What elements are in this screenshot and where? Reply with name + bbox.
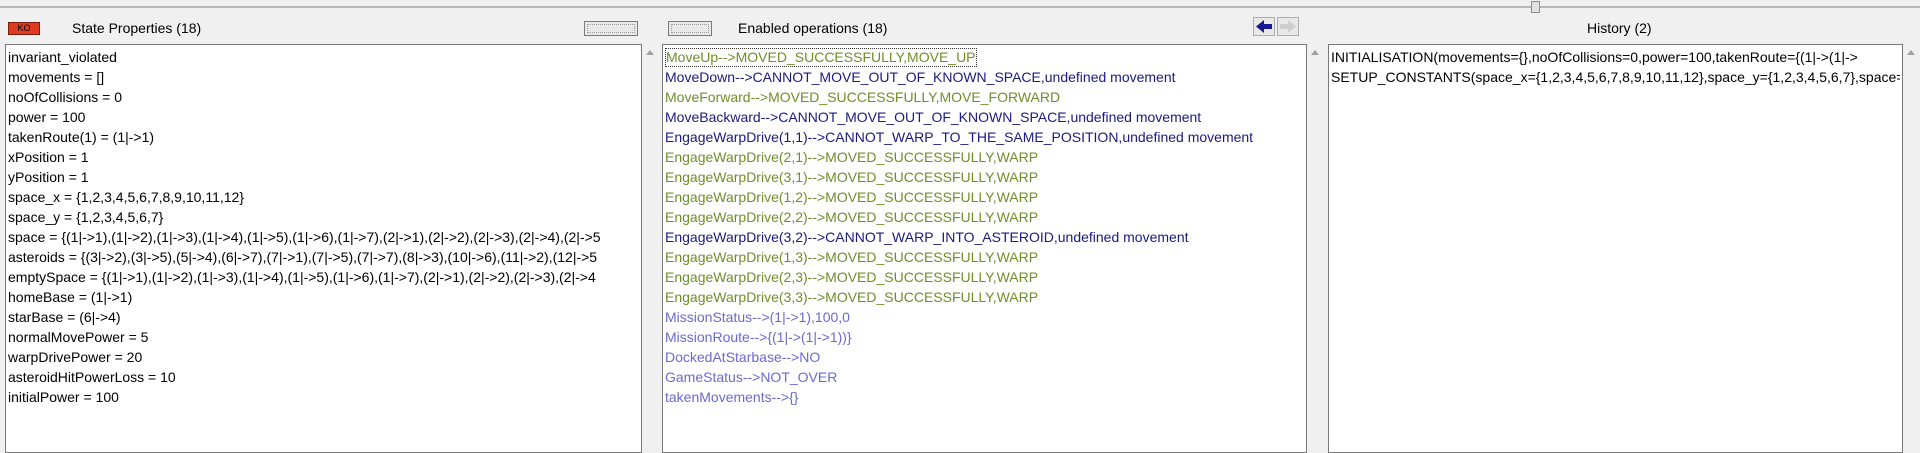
state-properties-header: KO State Properties (18) (0, 15, 640, 43)
operation-row[interactable]: EngageWarpDrive(3,1)-->MOVED_SUCCESSFULL… (665, 167, 1304, 187)
operation-row[interactable]: MissionStatus-->(1|->1),100,0 (665, 307, 1304, 327)
state-property-row[interactable]: homeBase = (1|->1) (8, 287, 639, 307)
splitter-thumb[interactable] (1531, 1, 1540, 13)
enabled-operations-header: Enabled operations (18) (664, 15, 1324, 43)
operation-row[interactable]: EngageWarpDrive(2,1)-->MOVED_SUCCESSFULL… (665, 147, 1304, 167)
state-property-row[interactable]: emptySpace = {(1|->1),(1|->2),(1|->3),(1… (8, 267, 639, 287)
operation-row[interactable]: EngageWarpDrive(1,1)-->CANNOT_WARP_TO_TH… (665, 127, 1304, 147)
operation-row[interactable]: MoveUp-->MOVED_SUCCESSFULLY,MOVE_UP (665, 47, 1304, 67)
state-property-row[interactable]: initialPower = 100 (8, 387, 639, 407)
state-property-row[interactable]: xPosition = 1 (8, 147, 639, 167)
state-property-row[interactable]: movements = [] (8, 67, 639, 87)
state-property-row[interactable]: asteroids = {(3|->2),(3|->5),(5|->4),(6|… (8, 247, 639, 267)
state-property-row[interactable]: asteroidHitPowerLoss = 10 (8, 367, 639, 387)
operation-row[interactable]: MissionRoute-->{(1|->(1|->1))} (665, 327, 1304, 347)
state-property-row[interactable]: invariant_violated (8, 47, 639, 67)
state-property-row[interactable]: power = 100 (8, 107, 639, 127)
state-properties-toggle-button[interactable] (584, 21, 638, 36)
state-properties-list[interactable]: invariant_violated movements = [] noOfColl… (5, 44, 642, 453)
history-title: History (2) (1587, 20, 1652, 36)
operation-row[interactable]: DockedAtStarbase-->NO (665, 347, 1304, 367)
history-list[interactable]: INITIALISATION(movements={},noOfCollisio… (1328, 44, 1903, 453)
splitter-track (0, 6, 1920, 8)
triangle-up-icon[interactable] (1311, 50, 1319, 55)
operation-row[interactable]: GameStatus-->NOT_OVER (665, 367, 1304, 387)
state-property-row[interactable]: space_x = {1,2,3,4,5,6,7,8,9,10,11,12} (8, 187, 639, 207)
history-header: History (2) (1330, 15, 1920, 43)
enabled-operations-title: Enabled operations (18) (738, 20, 888, 36)
state-property-row[interactable]: space = {(1|->1),(1|->2),(1|->3),(1|->4)… (8, 227, 639, 247)
history-row[interactable]: SETUP_CONSTANTS(space_x={1,2,3,4,5,6,7,8… (1331, 67, 1900, 87)
arrow-right-icon (1280, 20, 1296, 33)
back-button[interactable] (1253, 17, 1275, 36)
operation-row[interactable]: EngageWarpDrive(2,3)-->MOVED_SUCCESSFULL… (665, 267, 1304, 287)
operation-row[interactable]: EngageWarpDrive(2,2)-->MOVED_SUCCESSFULL… (665, 207, 1304, 227)
operation-row[interactable]: MoveForward-->MOVED_SUCCESSFULLY,MOVE_FO… (665, 87, 1304, 107)
operations-toggle-button[interactable] (668, 21, 712, 36)
invariant-status-badge: KO (8, 22, 40, 35)
state-properties-title: State Properties (18) (72, 20, 202, 36)
history-scrollbar[interactable] (1903, 44, 1920, 453)
operation-row[interactable]: EngageWarpDrive(3,2)-->CANNOT_WARP_INTO_… (665, 227, 1304, 247)
state-property-row[interactable]: takenRoute(1) = (1|->1) (8, 127, 639, 147)
state-property-row[interactable]: noOfCollisions = 0 (8, 87, 639, 107)
state-property-row[interactable]: yPosition = 1 (8, 167, 639, 187)
state-property-row[interactable]: starBase = (6|->4) (8, 307, 639, 327)
state-property-row[interactable]: space_y = {1,2,3,4,5,6,7} (8, 207, 639, 227)
state-property-row[interactable]: normalMovePower = 5 (8, 327, 639, 347)
state-properties-scrollbar[interactable] (642, 44, 659, 453)
operation-row[interactable]: MoveBackward-->CANNOT_MOVE_OUT_OF_KNOWN_… (665, 107, 1304, 127)
operation-row[interactable]: MoveDown-->CANNOT_MOVE_OUT_OF_KNOWN_SPAC… (665, 67, 1304, 87)
triangle-up-icon[interactable] (646, 50, 654, 55)
triangle-up-icon[interactable] (1907, 50, 1915, 55)
history-row[interactable]: INITIALISATION(movements={},noOfCollisio… (1331, 47, 1900, 67)
top-splitter-bar[interactable] (0, 0, 1920, 14)
operation-row[interactable]: EngageWarpDrive(3,3)-->MOVED_SUCCESSFULL… (665, 287, 1304, 307)
operation-row[interactable]: takenMovements-->{} (665, 387, 1304, 407)
forward-button[interactable] (1277, 17, 1299, 36)
operation-row[interactable]: EngageWarpDrive(1,3)-->MOVED_SUCCESSFULL… (665, 247, 1304, 267)
operation-row[interactable]: EngageWarpDrive(1,2)-->MOVED_SUCCESSFULL… (665, 187, 1304, 207)
selected-operation-label: MoveUp-->MOVED_SUCCESSFULLY,MOVE_UP (665, 48, 977, 67)
enabled-operations-list[interactable]: MoveUp-->MOVED_SUCCESSFULLY,MOVE_UP MoveD… (662, 44, 1307, 453)
state-property-row[interactable]: warpDrivePower = 20 (8, 347, 639, 367)
operations-scrollbar[interactable] (1307, 44, 1324, 453)
arrow-left-icon (1256, 20, 1272, 33)
